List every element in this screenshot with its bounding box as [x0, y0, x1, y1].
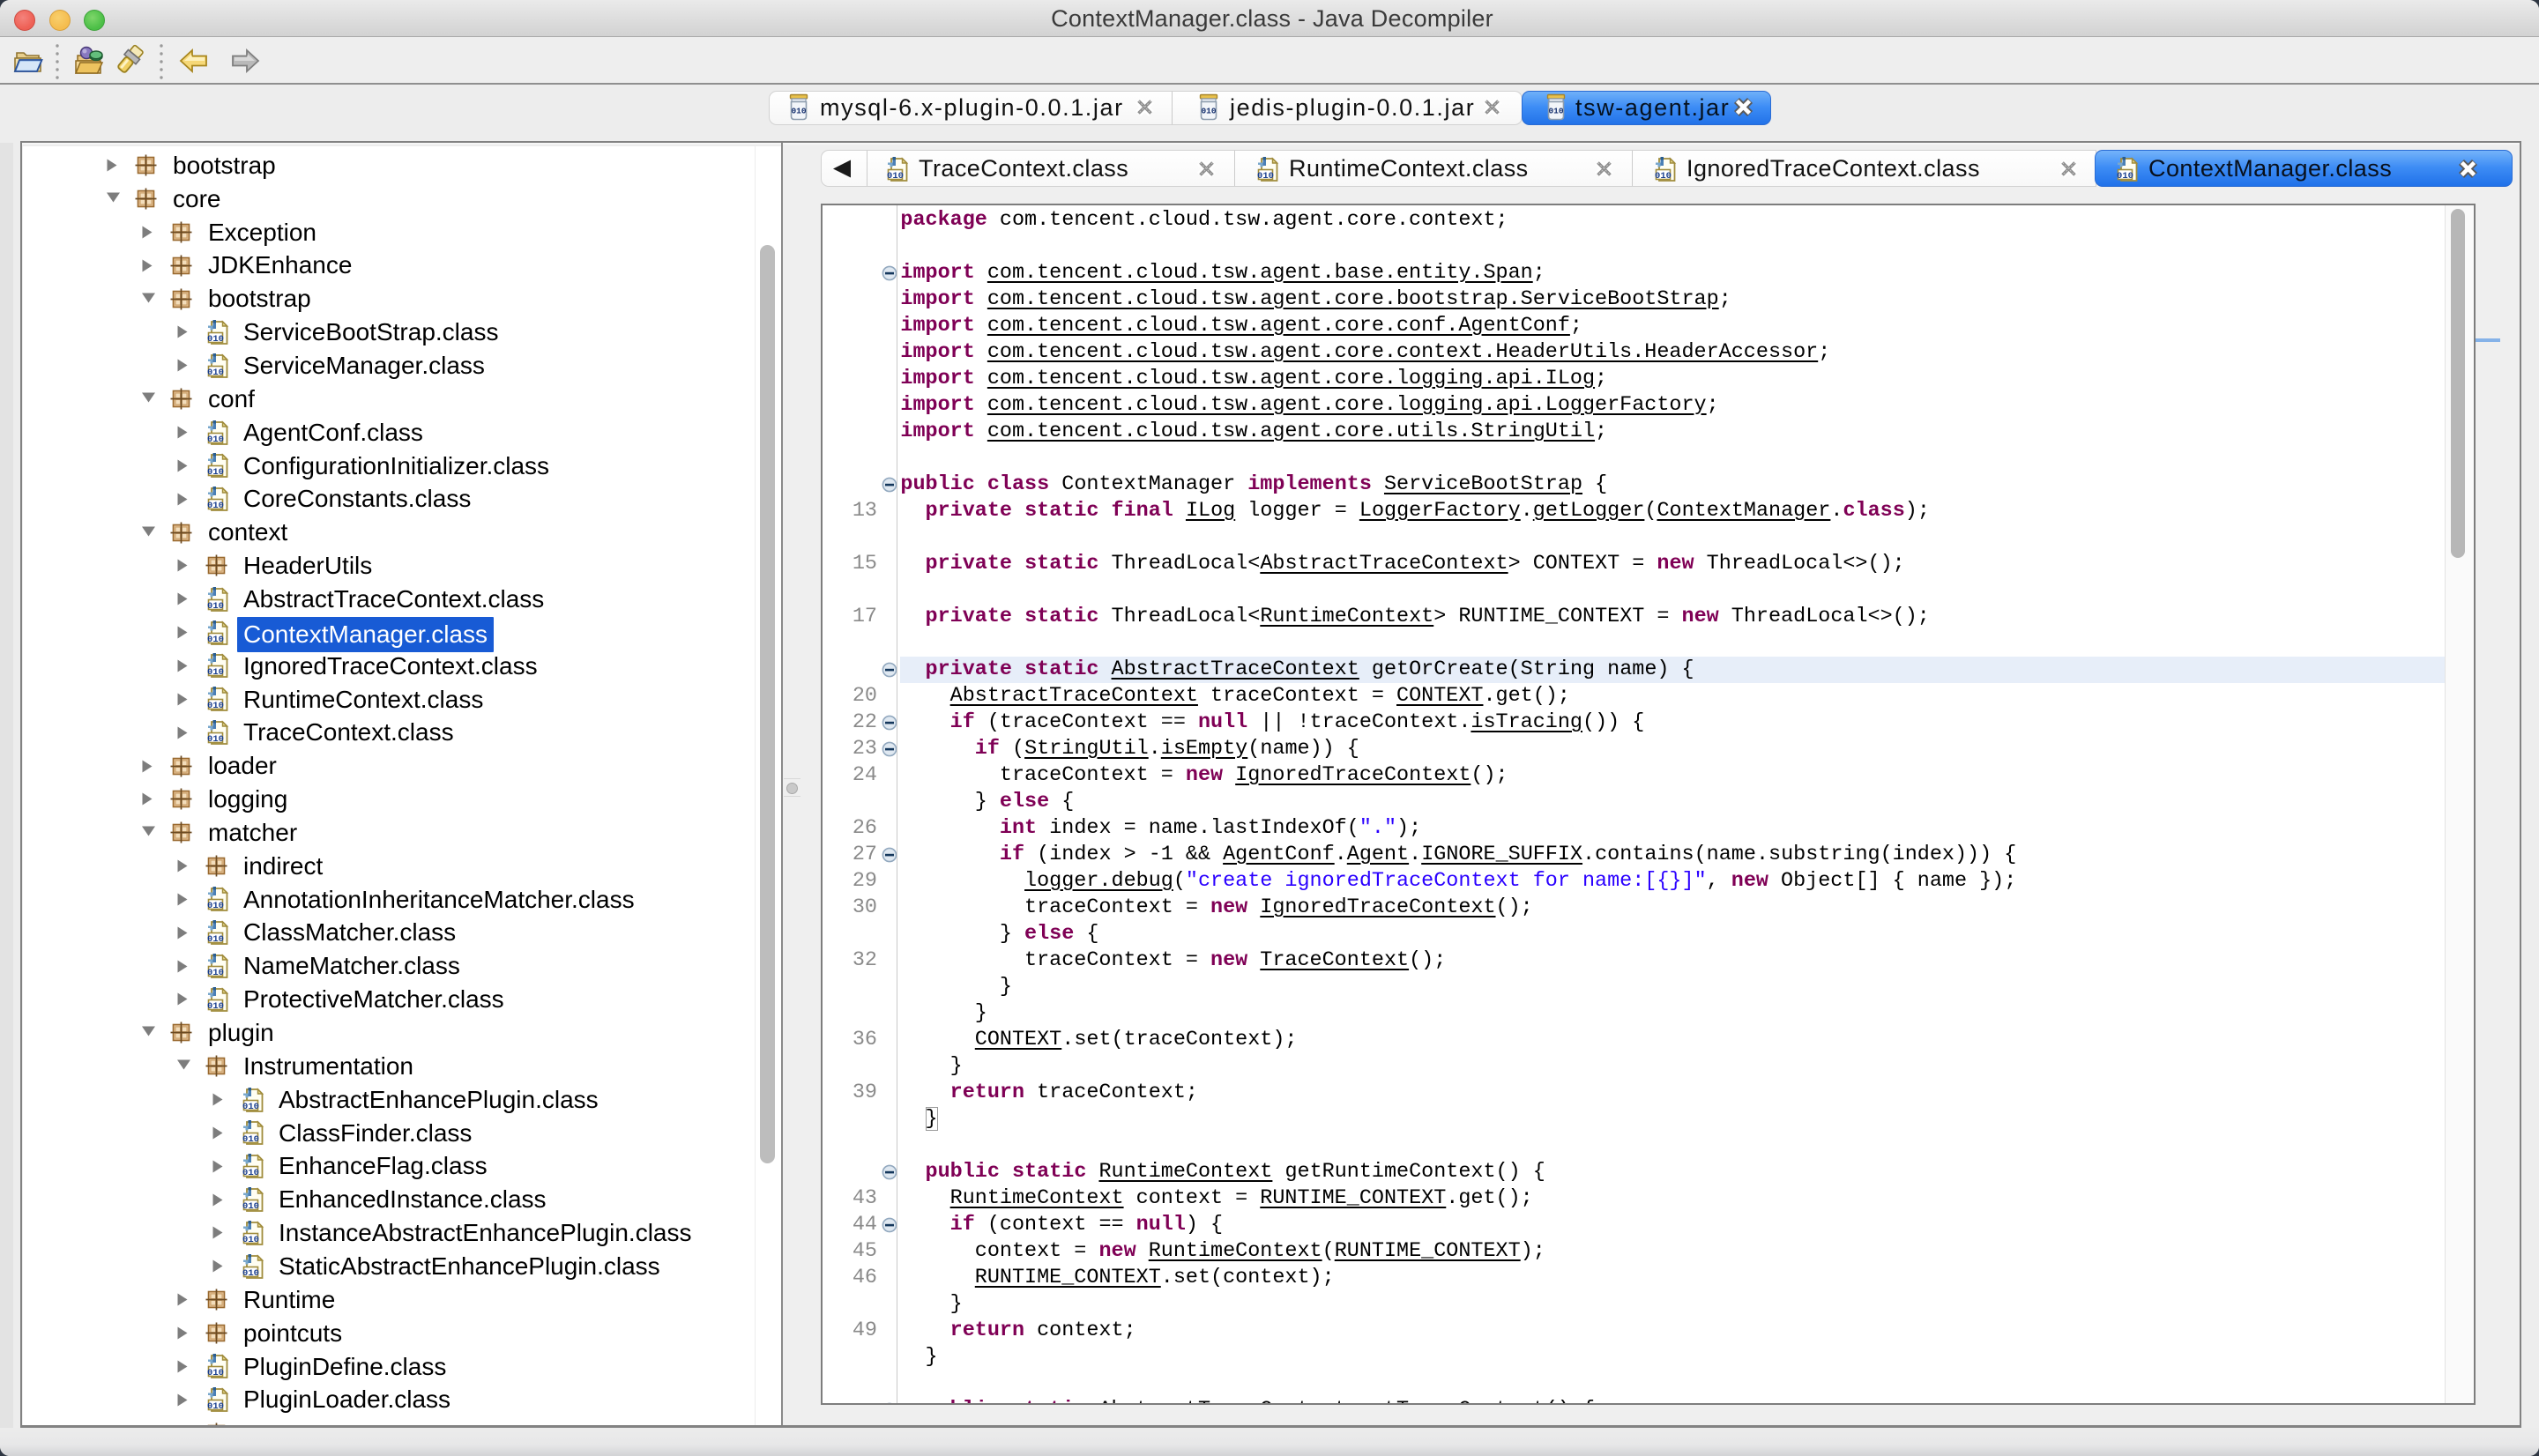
svg-text:010: 010 [207, 368, 224, 378]
svg-text:010: 010 [207, 434, 224, 444]
svg-text:010: 010 [207, 934, 224, 945]
svg-text:010: 010 [207, 968, 224, 978]
svg-text:010: 010 [207, 1001, 224, 1012]
svg-text:010: 010 [242, 1268, 259, 1279]
svg-text:010: 010 [207, 334, 224, 345]
svg-text:010: 010 [207, 1368, 224, 1378]
svg-text:010: 010 [242, 1201, 259, 1212]
svg-text:010: 010 [242, 1134, 259, 1145]
svg-text:010: 010 [207, 734, 224, 745]
svg-text:010: 010 [242, 1235, 259, 1245]
svg-text:010: 010 [207, 634, 224, 644]
svg-text:010: 010 [207, 667, 224, 678]
svg-text:010: 010 [791, 107, 806, 116]
svg-text:010: 010 [207, 1401, 224, 1412]
svg-text:010: 010 [207, 601, 224, 612]
svg-text:010: 010 [242, 1101, 259, 1111]
svg-text:010: 010 [207, 467, 224, 478]
svg-text:010: 010 [207, 701, 224, 711]
svg-text:010: 010 [1548, 107, 1563, 116]
svg-text:010: 010 [1201, 107, 1216, 116]
svg-text:010: 010 [207, 901, 224, 911]
svg-text:010: 010 [207, 501, 224, 511]
svg-text:010: 010 [242, 1168, 259, 1178]
